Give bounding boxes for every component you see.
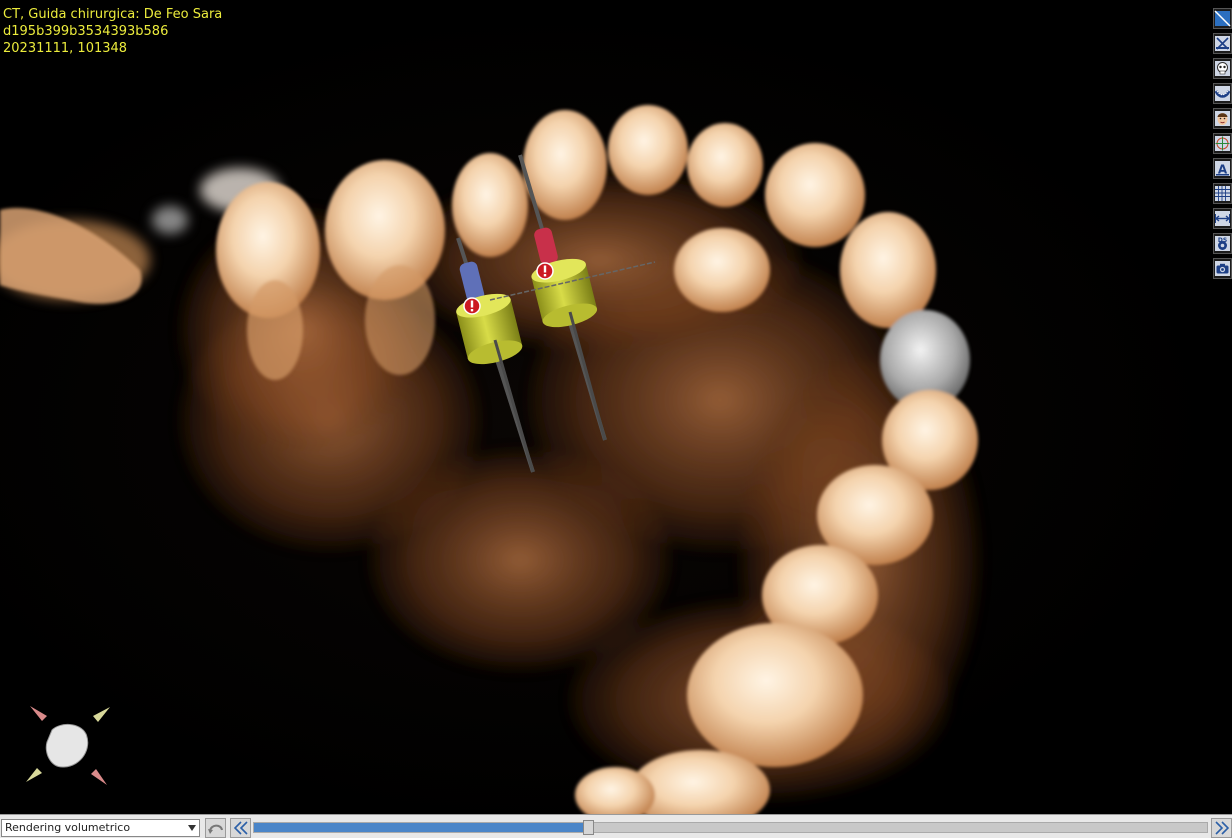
warning-icon[interactable]	[463, 297, 481, 315]
arrow-icon	[93, 707, 110, 722]
chevron-down-icon	[188, 825, 196, 831]
slice-slider[interactable]	[253, 820, 1208, 835]
annotation-icon: A	[1215, 161, 1230, 177]
slider-prev-button[interactable]	[230, 818, 251, 838]
arrow-icon	[91, 769, 107, 785]
rotate-button[interactable]	[205, 818, 226, 838]
arrow-icon	[26, 768, 42, 782]
svg-text:DS: DS	[1218, 237, 1227, 244]
bottom-bar: Rendering volumetrico	[0, 814, 1232, 838]
measure-button[interactable]	[1213, 208, 1232, 229]
study-datetime: 20231111, 101348	[3, 41, 128, 56]
grid-icon	[1215, 186, 1230, 201]
slider-fill	[254, 823, 588, 832]
volume-render-scene[interactable]	[0, 0, 1232, 814]
measure-icon	[1215, 211, 1230, 226]
skull-icon	[1215, 61, 1230, 76]
rotate-icon	[207, 824, 223, 834]
3d-viewport[interactable]: CT, Guida chirurgica: De Feo Sara d195b3…	[0, 0, 1232, 814]
render-mode-select[interactable]: Rendering volumetrico	[1, 819, 200, 837]
clip-button[interactable]	[1213, 33, 1232, 54]
density-settings-icon: DS	[1215, 236, 1230, 251]
study-id: d195b399b3534393b586	[3, 24, 169, 39]
double-chevron-left-icon	[233, 821, 248, 835]
right-toolbar: A DS	[1210, 8, 1232, 283]
dental-arch-button[interactable]	[1213, 83, 1232, 104]
slider-thumb[interactable]	[582, 820, 594, 835]
clip-icon	[1215, 36, 1230, 51]
camera-icon	[1215, 261, 1230, 276]
grid-button[interactable]	[1213, 183, 1232, 204]
axis-icon	[1215, 136, 1230, 151]
mandible-fragment	[0, 208, 142, 304]
density-settings-button[interactable]: DS	[1213, 233, 1232, 254]
orientation-widget[interactable]	[26, 706, 110, 785]
annotation-button[interactable]: A	[1213, 158, 1232, 179]
skull-button[interactable]	[1213, 58, 1232, 79]
face-button[interactable]	[1213, 108, 1232, 129]
arrow-icon	[30, 706, 47, 721]
dental-arch-icon	[1214, 86, 1231, 101]
warning-icon[interactable]	[536, 262, 554, 280]
cut-plane-button[interactable]	[1213, 8, 1232, 29]
face-icon	[1215, 111, 1230, 126]
slider-next-button[interactable]	[1211, 818, 1232, 838]
render-mode-value: Rendering volumetrico	[5, 821, 131, 834]
axis-button[interactable]	[1213, 133, 1232, 154]
patient-info-overlay: CT, Guida chirurgica: De Feo Sara d195b3…	[3, 6, 222, 57]
study-title: CT, Guida chirurgica: De Feo Sara	[3, 7, 223, 22]
cut-plane-icon	[1214, 10, 1231, 27]
double-chevron-right-icon	[1214, 821, 1229, 835]
camera-button[interactable]	[1213, 258, 1232, 279]
